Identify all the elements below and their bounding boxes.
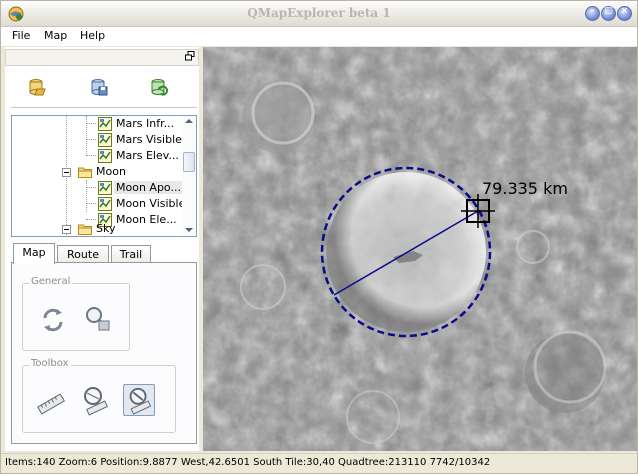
panel-tabs: Map Route Trail bbox=[11, 243, 197, 264]
measurement-label: 79.335 km bbox=[482, 179, 568, 198]
measure-radius-icon bbox=[129, 387, 152, 415]
refresh-layers-icon[interactable] bbox=[149, 77, 169, 97]
toolbox-group: Toolbox bbox=[22, 358, 176, 433]
map-view[interactable]: 79.335 km bbox=[203, 47, 637, 451]
scroll-up-icon[interactable] bbox=[185, 119, 193, 123]
title-bar[interactable]: QMapExplorer beta 1 – □ × bbox=[1, 1, 637, 27]
layer-tree[interactable]: Mars Infr... Mars Visible Mars Elev... M… bbox=[11, 115, 197, 237]
menu-help[interactable]: Help bbox=[80, 29, 105, 42]
status-text: Items:140 Zoom:6 Position:9.8877 West,42… bbox=[5, 457, 491, 468]
map-layer-icon bbox=[98, 197, 112, 211]
menu-bar: File Map Help bbox=[1, 27, 637, 46]
menu-file[interactable]: File bbox=[12, 29, 30, 42]
tab-map[interactable]: Map bbox=[13, 243, 55, 264]
folder-icon bbox=[78, 224, 92, 235]
dock-header[interactable] bbox=[5, 49, 199, 66]
dock-separator bbox=[11, 107, 197, 108]
status-bar: Items:140 Zoom:6 Position:9.8877 West,42… bbox=[1, 453, 637, 473]
close-button[interactable]: × bbox=[617, 6, 632, 21]
map-layer-icon bbox=[98, 181, 112, 195]
refresh-icon[interactable] bbox=[37, 304, 69, 336]
tree-item-label: Mars Elev... bbox=[116, 149, 179, 162]
tree-folder-label: Sky bbox=[96, 222, 116, 235]
folder-icon bbox=[78, 167, 92, 178]
collapse-sky-toggle[interactable] bbox=[62, 225, 71, 234]
tree-folder-label: Moon bbox=[96, 165, 126, 178]
measure-circle-icon[interactable] bbox=[79, 384, 111, 416]
scroll-thumb[interactable] bbox=[183, 152, 195, 172]
tree-item-label: Moon Visible bbox=[116, 197, 186, 210]
zoom-to-layer-icon[interactable] bbox=[81, 302, 113, 334]
measurement-overlay bbox=[320, 166, 495, 338]
map-tab-panel: General Toolbox bbox=[11, 262, 197, 444]
toolbox-group-title: Toolbox bbox=[29, 358, 71, 369]
collapse-moon-toggle[interactable] bbox=[62, 168, 71, 177]
maximize-icon: □ bbox=[604, 6, 613, 16]
tab-route[interactable]: Route bbox=[57, 245, 109, 263]
map-layer-icon bbox=[98, 149, 112, 163]
minimize-button[interactable]: – bbox=[585, 6, 600, 21]
general-group-title: General bbox=[29, 276, 73, 287]
tree-item-label: Mars Visible bbox=[116, 133, 182, 146]
float-dock-icon[interactable] bbox=[185, 51, 195, 61]
side-dock: Mars Infr... Mars Visible Mars Elev... M… bbox=[5, 47, 199, 451]
menu-map[interactable]: Map bbox=[44, 29, 67, 42]
tree-item-label: Moon Ele... bbox=[116, 213, 177, 226]
measure-radius-tool[interactable] bbox=[123, 384, 155, 416]
tree-item-label: Mars Infr... bbox=[116, 117, 175, 130]
scroll-down-icon[interactable] bbox=[185, 228, 193, 232]
minimize-icon: – bbox=[590, 6, 595, 16]
map-layer-icon bbox=[98, 133, 112, 147]
tree-item-label: Moon Apo... bbox=[114, 181, 183, 194]
tab-trail[interactable]: Trail bbox=[111, 245, 151, 263]
crosshair-cursor-icon bbox=[461, 194, 495, 228]
measure-circle bbox=[320, 166, 492, 338]
main-window: QMapExplorer beta 1 – □ × File Map Help bbox=[0, 0, 638, 474]
save-disk-icon[interactable] bbox=[89, 77, 109, 97]
window-title: QMapExplorer beta 1 bbox=[247, 6, 391, 20]
tree-scrollbar[interactable] bbox=[182, 116, 196, 236]
measure-radius-line bbox=[333, 210, 479, 296]
general-group: General bbox=[22, 276, 130, 351]
close-icon: × bbox=[620, 6, 629, 16]
map-layer-icon bbox=[98, 117, 112, 131]
maximize-button[interactable]: □ bbox=[601, 6, 616, 21]
open-cache-icon[interactable] bbox=[27, 77, 47, 97]
ruler-icon[interactable] bbox=[35, 388, 67, 420]
